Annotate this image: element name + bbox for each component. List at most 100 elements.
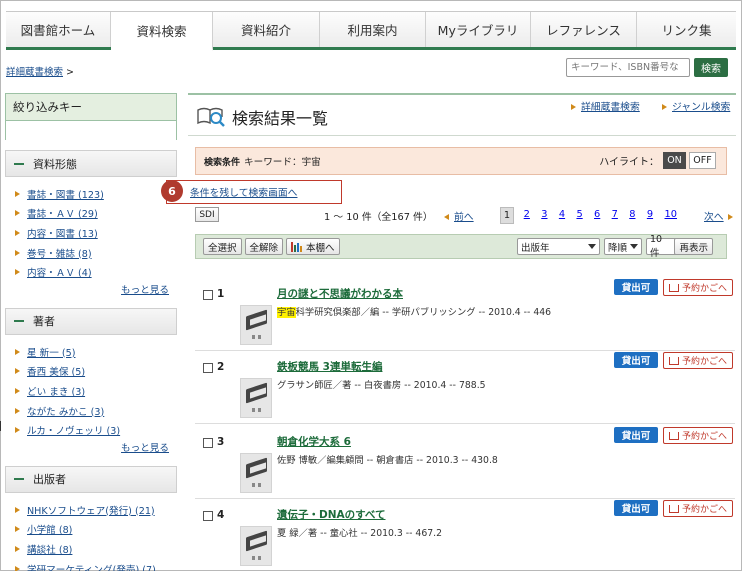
facet-link[interactable]: 星 新一 (5) (27, 345, 75, 359)
page-link[interactable]: 6 (588, 207, 606, 224)
advanced-search-link[interactable]: 詳細蔵書検索 (581, 102, 640, 113)
result-row: 1 月の謎と不思議がわかる本 宇宙科学研究倶楽部／編 -- 学研パブリッシング … (195, 279, 735, 351)
page-link[interactable]: 7 (606, 207, 624, 224)
facet-link[interactable]: 巻号・雑誌 (8) (27, 246, 92, 260)
result-title-link[interactable]: 朝倉化学大系 6 (277, 436, 351, 448)
reserve-cart-button[interactable]: 予約かごへ (663, 500, 733, 517)
facet-more: もっと見る (5, 440, 177, 458)
reshow-button[interactable]: 再表示 (674, 238, 713, 255)
result-checkbox[interactable] (203, 511, 213, 521)
result-checkbox[interactable] (203, 438, 213, 448)
facet-item: どい まき (3) (15, 381, 177, 401)
highlight-on-button[interactable]: ON (663, 152, 686, 169)
tab-reference[interactable]: レファレンス (531, 12, 637, 47)
facet-group-publisher: 出版者 NHKソフトウェア(発行) (21) 小学館 (8) 講談社 (8) 学… (5, 465, 177, 571)
facet-link[interactable]: 書誌・図書 (123) (27, 187, 104, 201)
facet-link[interactable]: ながた みかこ (3) (27, 404, 104, 418)
more-link-format[interactable]: もっと見る (121, 285, 169, 296)
sort-order-select[interactable]: 降順 (604, 238, 642, 255)
result-checkbox[interactable] (203, 290, 213, 300)
advanced-search-link-wrap: 詳細蔵書検索 (571, 99, 640, 113)
facet-header-publisher[interactable]: 出版者 (5, 465, 177, 493)
quick-search-input[interactable] (566, 58, 690, 77)
facet-group-format: 資料形態 書誌・図書 (123) 書誌・ＡＶ (29) 内容・図書 (13) 巻… (5, 150, 177, 300)
facet-item: 書誌・ＡＶ (29) (15, 204, 177, 224)
status-badge: 貸出可 (614, 279, 658, 295)
cart-icon (668, 504, 679, 513)
facet-title: 資料形態 (33, 157, 77, 171)
highlight-toggle: ハイライト： ON OFF (599, 152, 716, 169)
page-link[interactable]: 2 (518, 207, 536, 224)
highlight-off-button[interactable]: OFF (689, 152, 716, 169)
results-header: 検索結果一覧 詳細蔵書検索 ジャンル検索 (188, 93, 736, 136)
per-page-value: 10件 (650, 234, 663, 259)
result-count: 1 ～ 10 件（全167 件） (324, 212, 433, 223)
page-link[interactable]: 5 (571, 207, 589, 224)
status-badge: 貸出可 (614, 352, 658, 368)
facet-header-author[interactable]: 著者 (5, 307, 177, 335)
sdi-button[interactable]: SDI (195, 207, 219, 222)
facet-item: ながた みかこ (3) (15, 401, 177, 421)
cart-label: 予約かごへ (681, 432, 727, 442)
deselect-all-button[interactable]: 全解除 (244, 238, 284, 255)
facet-link[interactable]: 学研マーケティング(発売) (7) (27, 562, 156, 571)
next-page-link[interactable]: 次へ (704, 212, 724, 223)
tab-usage-guide[interactable]: 利用案内 (320, 12, 426, 47)
next-page: 次へ (704, 209, 733, 223)
genre-search-link[interactable]: ジャンル検索 (672, 102, 730, 113)
reserve-cart-button[interactable]: 予約かごへ (663, 352, 733, 369)
condition-label: 検索条件 (204, 157, 241, 168)
facet-link[interactable]: 内容・ＡＶ (4) (27, 265, 92, 279)
select-all-button[interactable]: 全選択 (203, 238, 242, 255)
result-title-link[interactable]: 鉄板競馬 3連単転生編 (277, 361, 382, 373)
facet-item: 内容・ＡＶ (4) (15, 262, 177, 282)
more-link-author[interactable]: もっと見る (121, 443, 169, 454)
facet-link[interactable]: 小学館 (8) (27, 522, 72, 536)
facet-item: NHKソフトウェア(発行) (21) (15, 500, 177, 520)
left-triangle-icon (444, 214, 449, 220)
result-row: 2 鉄板競馬 3連単転生編 グラサン師匠／著 -- 白夜書房 -- 2010.4… (195, 352, 735, 424)
tab-materials-intro[interactable]: 資料紹介 (213, 12, 320, 47)
sort-key-value: 出版年 (521, 242, 550, 254)
tab-links[interactable]: リンク集 (637, 12, 736, 47)
genre-search-link-wrap: ジャンル検索 (662, 99, 730, 113)
triangle-bullet-icon (15, 269, 20, 276)
tab-my-library[interactable]: Myライブラリ (426, 12, 531, 47)
tab-library-home[interactable]: 図書館ホーム (6, 12, 111, 47)
triangle-bullet-icon (15, 427, 20, 434)
facet-link[interactable]: 香西 美保 (5) (27, 364, 85, 378)
facet-link[interactable]: NHKソフトウェア(発行) (21) (27, 503, 155, 517)
reserve-cart-button[interactable]: 予約かごへ (663, 427, 733, 444)
add-to-shelf-button[interactable]: 本棚へ (286, 238, 340, 255)
page-link[interactable]: 10 (659, 207, 683, 224)
facet-link[interactable]: ルカ・ノヴェッリ (3) (27, 423, 120, 437)
breadcrumb: 詳細蔵書検索 > (6, 64, 74, 78)
right-triangle-icon (727, 214, 733, 220)
prev-page-link[interactable]: 前へ (454, 212, 474, 223)
result-number: 2 (217, 361, 225, 373)
facet-link[interactable]: どい まき (3) (27, 384, 85, 398)
back-to-search-link[interactable]: 条件を残して検索画面へ (190, 185, 297, 199)
breadcrumb-advanced-search[interactable]: 詳細蔵書検索 (6, 67, 63, 78)
result-title-link[interactable]: 遺伝子・DNAのすべて (277, 509, 385, 521)
result-row: 4 遺伝子・DNAのすべて 夏 緑／著 -- 童心社 -- 2010.3 -- … (195, 500, 735, 571)
book-thumbnail (240, 526, 272, 566)
sort-key-select[interactable]: 出版年 (517, 238, 600, 255)
page-link[interactable]: 3 (536, 207, 554, 224)
page-link[interactable]: 8 (624, 207, 642, 224)
highlight-label: ハイライト： (599, 157, 659, 168)
facet-link[interactable]: 書誌・ＡＶ (29) (27, 206, 98, 220)
result-title-link[interactable]: 月の謎と不思議がわかる本 (277, 288, 403, 300)
meta-text: 科学研究倶楽部／編 -- 学研パブリッシング -- 2010.4 -- 446 (295, 307, 552, 318)
facet-header-format[interactable]: 資料形態 (5, 150, 177, 177)
reserve-cart-button[interactable]: 予約かごへ (663, 279, 733, 296)
result-checkbox[interactable] (203, 363, 213, 373)
page-link[interactable]: 4 (553, 207, 571, 224)
facet-link[interactable]: 講談社 (8) (27, 542, 72, 556)
page-link[interactable]: 9 (641, 207, 659, 224)
result-number: 3 (217, 436, 225, 448)
quick-search-button[interactable]: 検索 (694, 58, 728, 77)
tab-search[interactable]: 資料検索 (111, 12, 213, 51)
facet-link[interactable]: 内容・図書 (13) (27, 226, 98, 240)
collapse-icon (14, 320, 24, 323)
